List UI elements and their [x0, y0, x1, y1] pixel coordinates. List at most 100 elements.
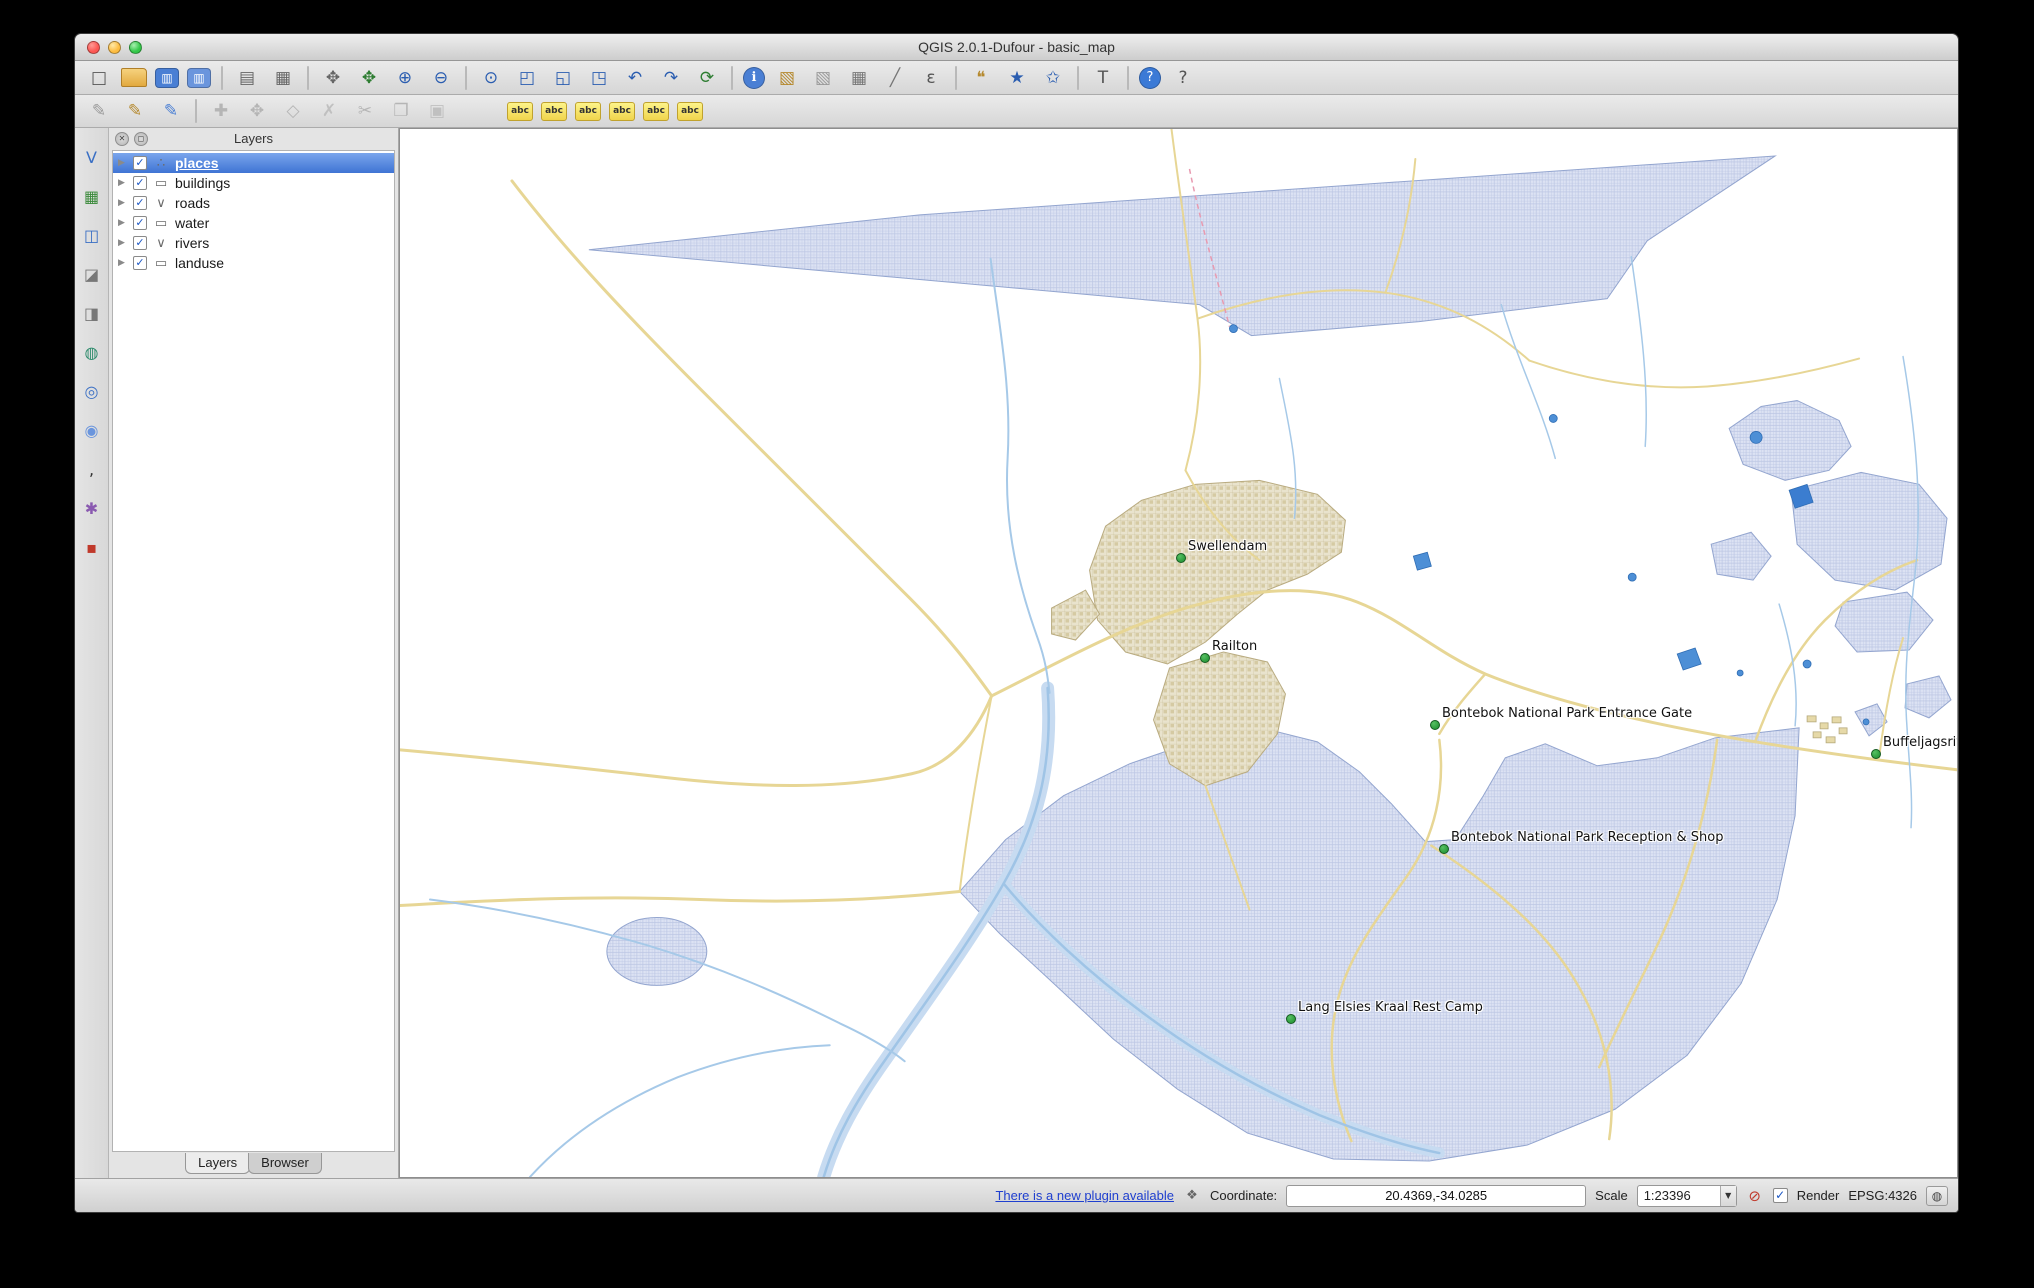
zoom-native-button[interactable]: ⊙	[477, 64, 505, 92]
label-show-hide-button[interactable]: abc	[575, 101, 601, 121]
add-wms-layer-button[interactable]: ◍	[79, 339, 105, 365]
deselect-features-button[interactable]: ▧	[809, 64, 837, 92]
save-layer-edits-button[interactable]: ✎	[157, 97, 185, 125]
scale-label: Scale	[1595, 1188, 1628, 1203]
title-bar[interactable]: QGIS 2.0.1-Dufour - basic_map	[75, 34, 1958, 61]
layer-visibility-checkbox[interactable]: ✓	[133, 156, 147, 170]
add-delimited-text-button[interactable]: ,	[79, 456, 105, 482]
zoom-next-button[interactable]: ↷	[657, 64, 685, 92]
zoom-to-selection-button[interactable]: ◱	[549, 64, 577, 92]
close-button[interactable]	[87, 41, 100, 54]
layer-item-places[interactable]: ▶ ✓ ∴ places	[113, 153, 394, 173]
show-bookmarks-button[interactable]: ★	[1003, 64, 1031, 92]
labeling-options-button[interactable]: abc	[507, 101, 533, 121]
place-label: Railton	[1212, 639, 1258, 654]
remove-layer-button[interactable]: ▪	[79, 534, 105, 560]
text-annotation-button[interactable]: T	[1089, 64, 1117, 92]
composer-manager-button[interactable]: ▦	[269, 64, 297, 92]
pan-to-selection-button[interactable]: ✥	[355, 64, 383, 92]
node-tool-button[interactable]: ◇	[279, 97, 307, 125]
zoom-out-button[interactable]: ⊖	[427, 64, 455, 92]
plugin-available-link[interactable]: There is a new plugin available	[995, 1188, 1174, 1203]
add-spatialite-layer-button[interactable]: ◪	[79, 261, 105, 287]
main-area: V ▦ ◫ ◪ ◨ ◍ ◎ ◉, ✱ ▪ ✕ ◻ Layers ▶ ✓ ∴ places	[75, 128, 1958, 1178]
save-project-button[interactable]: ▥	[155, 67, 179, 88]
expand-arrow-icon[interactable]: ▶	[118, 258, 128, 268]
zoom-last-button[interactable]: ↶	[621, 64, 649, 92]
layer-type-icon: ∴	[156, 155, 166, 171]
map-tips-button[interactable]: ❝	[967, 64, 995, 92]
panel-tabs: Layers Browser	[109, 1152, 398, 1178]
layer-visibility-checkbox[interactable]: ✓	[133, 256, 147, 270]
layer-visibility-checkbox[interactable]: ✓	[133, 176, 147, 190]
tab-browser[interactable]: Browser	[248, 1153, 322, 1174]
new-bookmark-button[interactable]: ✩	[1039, 64, 1067, 92]
layer-visibility-checkbox[interactable]: ✓	[133, 236, 147, 250]
scale-combo[interactable]: 1:23396 ▼	[1636, 1184, 1737, 1207]
new-composer-button[interactable]: ▤	[233, 64, 261, 92]
expand-arrow-icon[interactable]: ▶	[118, 178, 128, 188]
layer-item-roads[interactable]: ▶ ✓ ∨ roads	[113, 193, 394, 213]
measure-button[interactable]: ╱	[881, 64, 909, 92]
expand-arrow-icon[interactable]: ▶	[118, 238, 128, 248]
pan-map-button[interactable]: ✥	[319, 64, 347, 92]
zoom-to-layer-button[interactable]: ◳	[585, 64, 613, 92]
place-label: Bontebok National Park Entrance Gate	[1442, 706, 1693, 721]
identify-button[interactable]: ℹ	[743, 66, 765, 89]
layer-item-rivers[interactable]: ▶ ✓ ∨ rivers	[113, 233, 394, 253]
add-wfs-layer-button[interactable]: ◉	[79, 417, 105, 443]
add-feature-button[interactable]: ✚	[207, 97, 235, 125]
field-calculator-button[interactable]: ε	[917, 64, 945, 92]
new-project-button[interactable]: □	[85, 64, 113, 92]
expand-arrow-icon[interactable]: ▶	[118, 198, 128, 208]
help-contents-button[interactable]: ?	[1139, 66, 1161, 89]
crs-status-button[interactable]: ◍	[1926, 1185, 1948, 1206]
layer-item-water[interactable]: ▶ ✓ ▭ water	[113, 213, 394, 233]
new-shapefile-layer-button[interactable]: ✱	[79, 495, 105, 521]
tab-layers[interactable]: Layers	[185, 1153, 251, 1174]
plugin-icon[interactable]: ❖	[1183, 1187, 1201, 1205]
save-project-as-button[interactable]: ▥	[187, 67, 211, 88]
open-project-button[interactable]	[121, 68, 147, 87]
refresh-map-button[interactable]: ⟳	[693, 64, 721, 92]
layer-tree[interactable]: ▶ ✓ ∴ places ▶ ✓ ▭ buildings ▶ ✓ ∨ roads…	[112, 150, 395, 1152]
layer-item-landuse[interactable]: ▶ ✓ ▭ landuse	[113, 253, 394, 273]
move-feature-button[interactable]: ✥	[243, 97, 271, 125]
current-edits-button[interactable]: ✎	[85, 97, 113, 125]
panel-float-button[interactable]: ◻	[134, 132, 148, 146]
paste-features-button[interactable]: ▣	[423, 97, 451, 125]
label-properties-button[interactable]: abc	[677, 101, 703, 121]
open-attribute-table-button[interactable]: ▦	[845, 64, 873, 92]
layer-visibility-checkbox[interactable]: ✓	[133, 196, 147, 210]
expand-arrow-icon[interactable]: ▶	[118, 218, 128, 228]
expand-arrow-icon[interactable]: ▶	[118, 158, 128, 168]
render-checkbox[interactable]: ✓	[1772, 1188, 1788, 1203]
label-move-button[interactable]: abc	[609, 101, 635, 121]
zoom-in-button[interactable]: ⊕	[391, 64, 419, 92]
delete-selected-button[interactable]: ✗	[315, 97, 343, 125]
coordinate-input[interactable]	[1286, 1184, 1587, 1207]
place-marker-icon	[1200, 653, 1210, 663]
layer-item-buildings[interactable]: ▶ ✓ ▭ buildings	[113, 173, 394, 193]
minimize-button[interactable]	[108, 41, 121, 54]
label-pin-button[interactable]: abc	[541, 101, 567, 121]
add-wcs-layer-button[interactable]: ◎	[79, 378, 105, 404]
cut-features-button[interactable]: ✂	[351, 97, 379, 125]
stop-render-icon[interactable]: ⊘	[1746, 1187, 1764, 1205]
panel-close-button[interactable]: ✕	[115, 132, 129, 146]
add-postgis-layer-button[interactable]: ◫	[79, 222, 105, 248]
map-canvas[interactable]: Swellendam Railton Bontebok National Par…	[399, 128, 1958, 1178]
whats-this-button[interactable]: ?	[1169, 64, 1197, 92]
zoom-full-button[interactable]: ◰	[513, 64, 541, 92]
layer-visibility-checkbox[interactable]: ✓	[133, 216, 147, 230]
toggle-editing-button[interactable]: ✎	[121, 97, 149, 125]
label-rotate-button[interactable]: abc	[643, 101, 669, 121]
layer-type-icon: ∨	[156, 195, 166, 211]
add-raster-layer-button[interactable]: ▦	[79, 183, 105, 209]
add-vector-layer-button[interactable]: V	[79, 144, 105, 170]
zoom-window-button[interactable]	[129, 41, 142, 54]
chevron-down-icon[interactable]: ▼	[1719, 1185, 1736, 1206]
add-mssql-layer-button[interactable]: ◨	[79, 300, 105, 326]
copy-features-button[interactable]: ❐	[387, 97, 415, 125]
select-features-button[interactable]: ▧	[773, 64, 801, 92]
